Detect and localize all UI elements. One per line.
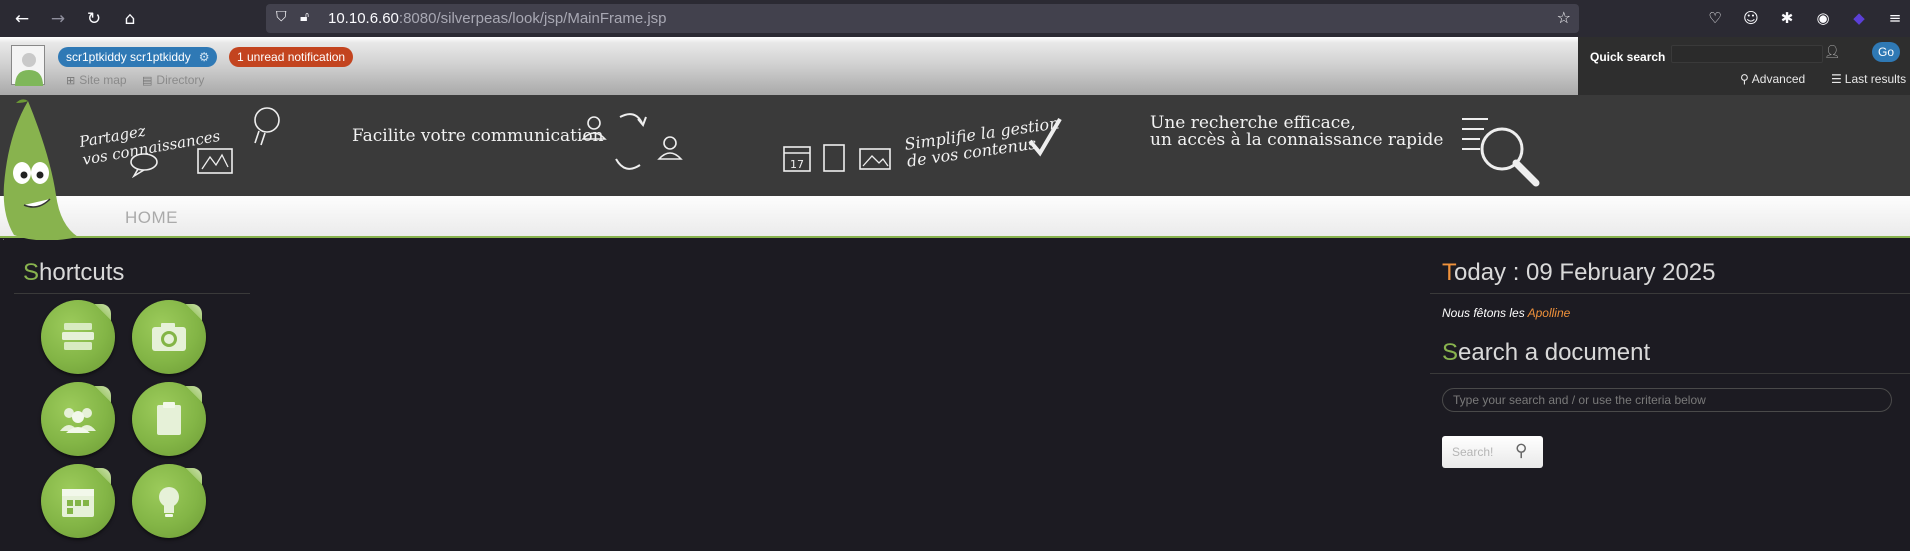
whiteboard-icon (197, 148, 233, 174)
list-icon: ☰ (1831, 72, 1842, 86)
lightbulb-icon (159, 487, 179, 517)
browser-toolbar: ← → ↻ ⌂ ⛉ 🔓︎ 10.10.6.60:8080/silverpeas/… (0, 0, 1910, 37)
sitemap-icon: ⊞ (66, 74, 76, 87)
user-menu[interactable]: scr1ptkiddy scr1ptkiddy ⚙ (58, 47, 218, 67)
quick-search-input[interactable] (1671, 45, 1823, 63)
bookmark-star-icon[interactable]: ☆ (1557, 8, 1571, 27)
quick-search-go-button[interactable]: Go (1872, 42, 1900, 62)
home-icon[interactable]: ⌂ (117, 6, 143, 32)
feast-day-text: Nous fêtons les Apolline (1442, 306, 1571, 320)
shortcut-photos[interactable] (132, 300, 206, 374)
shortcuts-title: Shortcuts (23, 259, 125, 286)
today-title: Today : 09 February 2025 (1442, 259, 1716, 286)
document-search-input[interactable]: Type your search and / or use the criter… (1442, 388, 1892, 412)
menu-icon[interactable]: ≡ (1885, 8, 1905, 28)
main-menu-bar: HOME (0, 196, 1910, 238)
banner-communication-text: Facilite votre communication (352, 126, 604, 146)
search-document-title: Search a document (1442, 339, 1651, 366)
last-results-link[interactable]: ☰ Last results (1831, 72, 1906, 86)
back-icon[interactable]: ← (9, 6, 35, 32)
checkmark-icon (1028, 117, 1062, 157)
feast-name-link[interactable]: Apolline (1528, 306, 1571, 320)
shortcut-clipboard[interactable] (132, 382, 206, 456)
mascot-logo (3, 99, 78, 241)
group-icon (60, 408, 96, 433)
clipboard-icon (157, 402, 181, 435)
shortcuts-divider (14, 293, 250, 294)
account-icon[interactable]: ☺ (1741, 8, 1761, 28)
avatar[interactable] (11, 45, 45, 86)
reload-icon[interactable]: ↻ (81, 6, 107, 32)
url-bar[interactable]: ⛉ 🔓︎ 10.10.6.60:8080/silverpeas/look/jsp… (266, 4, 1579, 33)
extensions-icon[interactable]: ✱ (1777, 8, 1797, 28)
directory-icon: ▤ (142, 74, 153, 87)
shortcut-ideas[interactable] (132, 464, 206, 538)
shortcut-books[interactable] (41, 300, 115, 374)
books-icon (62, 323, 94, 350)
communication-people-icon (581, 113, 683, 170)
banner: Partagez vos connaissances Facilite votr… (0, 95, 1910, 196)
site-map-link[interactable]: ⊞ Site map (66, 73, 127, 87)
today-divider (1430, 293, 1910, 294)
speech-bubbles-icon (130, 153, 158, 178)
shield-icon[interactable]: ⛉ (276, 9, 287, 25)
forward-icon[interactable]: → (45, 6, 71, 32)
search-magnifier-sketch-icon (1462, 118, 1540, 187)
extension-diamond-icon[interactable]: ◆ (1849, 8, 1869, 28)
shortcut-community[interactable] (41, 382, 115, 456)
calendar-icon (62, 489, 94, 517)
document-search-button[interactable]: Search! ⚲ (1442, 436, 1543, 468)
banner-search-text: Une recherche efficace, un accès à la co… (1150, 113, 1444, 150)
shortcut-agenda[interactable] (41, 464, 115, 538)
search-plus-icon: ⚲ (1740, 72, 1749, 86)
notification-badge[interactable]: 1 unread notification (229, 47, 354, 67)
camera-icon (152, 323, 186, 351)
svg-text:17: 17 (790, 158, 804, 171)
gear-icon[interactable]: ⚙ (199, 50, 210, 64)
directory-link[interactable]: ▤ Directory (142, 73, 204, 87)
url-text[interactable]: 10.10.6.60:8080/silverpeas/look/jsp/Main… (328, 10, 667, 27)
quick-search-label: Quick search (1590, 50, 1666, 64)
user-search-icon[interactable]: 👤︎ (1824, 45, 1841, 60)
extension-fox-icon[interactable]: ◉ (1813, 8, 1833, 28)
lightbulb-sketch-icon (254, 107, 280, 146)
search-divider (1430, 373, 1910, 374)
menu-home-link[interactable]: HOME (125, 208, 178, 228)
quick-search-panel: Quick search 👤︎ Go ⚲ Advanced ☰ Last resul… (1578, 37, 1910, 95)
insecure-lock-icon[interactable]: 🔓︎ (300, 9, 309, 25)
content-types-icon: 17 (783, 144, 891, 172)
pocket-icon[interactable]: ♡ (1705, 8, 1725, 28)
advanced-search-link[interactable]: ⚲ Advanced (1740, 72, 1805, 86)
search-icon: ⚲ (1515, 441, 1528, 461)
